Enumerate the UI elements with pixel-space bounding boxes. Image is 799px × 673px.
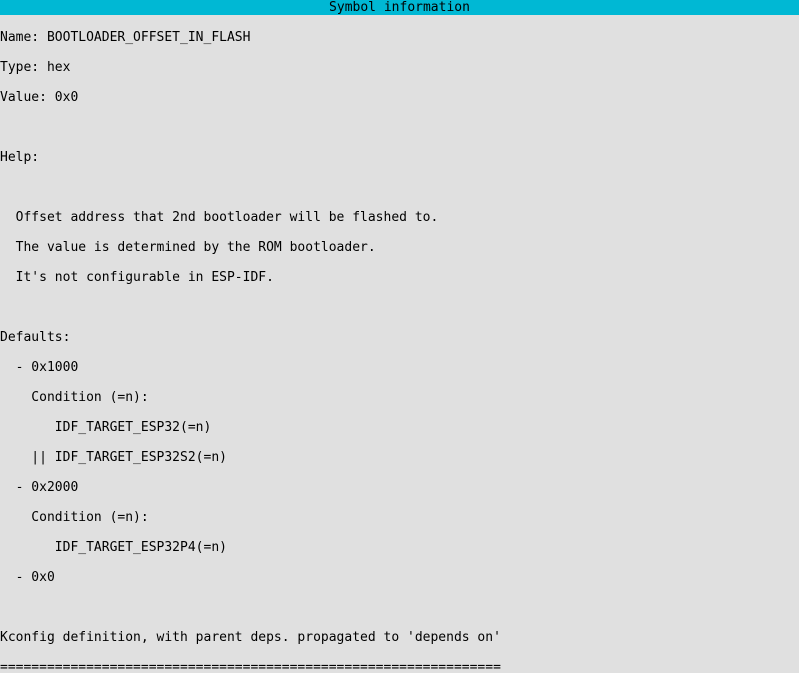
help-text: Offset address that 2nd bootloader will … bbox=[0, 210, 799, 225]
help-text: It's not configurable in ESP-IDF. bbox=[0, 270, 799, 285]
separator-line: ========================================… bbox=[0, 660, 799, 673]
default-entry: - 0x2000 bbox=[0, 480, 799, 495]
condition-expr: || IDF_TARGET_ESP32S2(=n) bbox=[0, 450, 799, 465]
value-line: Value: 0x0 bbox=[0, 90, 799, 105]
help-header: Help: bbox=[0, 150, 799, 165]
title-bar: Symbol information bbox=[0, 0, 799, 15]
blank-line bbox=[0, 300, 799, 315]
default-entry: - 0x1000 bbox=[0, 360, 799, 375]
symbol-info-content: Name: BOOTLOADER_OFFSET_IN_FLASH Type: h… bbox=[0, 15, 799, 673]
condition-expr: IDF_TARGET_ESP32P4(=n) bbox=[0, 540, 799, 555]
help-text: The value is determined by the ROM bootl… bbox=[0, 240, 799, 255]
condition-line: Condition (=n): bbox=[0, 390, 799, 405]
condition-expr: IDF_TARGET_ESP32(=n) bbox=[0, 420, 799, 435]
blank-line bbox=[0, 180, 799, 195]
default-entry: - 0x0 bbox=[0, 570, 799, 585]
name-line: Name: BOOTLOADER_OFFSET_IN_FLASH bbox=[0, 30, 799, 45]
blank-line bbox=[0, 600, 799, 615]
condition-line: Condition (=n): bbox=[0, 510, 799, 525]
defaults-header: Defaults: bbox=[0, 330, 799, 345]
type-line: Type: hex bbox=[0, 60, 799, 75]
blank-line bbox=[0, 120, 799, 135]
title-text: Symbol information bbox=[329, 0, 470, 15]
kconfig-header: Kconfig definition, with parent deps. pr… bbox=[0, 630, 799, 645]
